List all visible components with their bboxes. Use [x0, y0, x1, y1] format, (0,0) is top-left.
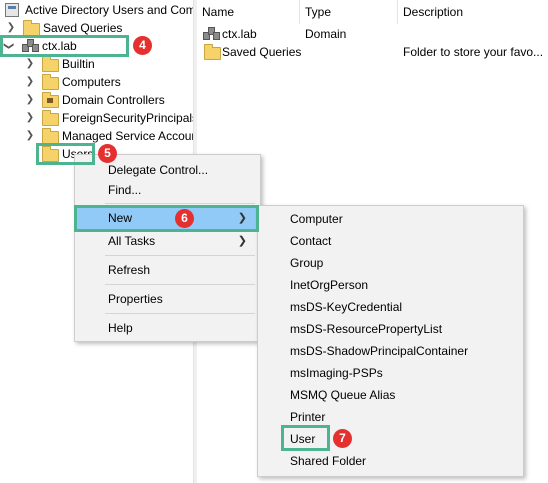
ou-folder-icon [42, 92, 59, 108]
tree-item-label: Computers [62, 75, 121, 89]
column-header-type[interactable]: Type [300, 0, 398, 24]
context-menu: Delegate Control... Find... New ❯ All Ta… [74, 154, 261, 342]
chevron-right-icon[interactable]: ❯ [25, 73, 35, 91]
step-badge-7: 7 [333, 429, 352, 448]
step-badge-6: 6 [175, 209, 194, 228]
list-row[interactable]: ctx.lab Domain [197, 25, 548, 43]
tree-item-label: Domain Controllers [62, 93, 165, 107]
menu-separator [105, 284, 255, 285]
tree-item-domain-controllers[interactable]: ❯ Domain Controllers [0, 91, 193, 109]
callout-box-domain [0, 35, 129, 57]
folder-icon [42, 110, 59, 126]
menu-item-refresh[interactable]: Refresh [77, 259, 257, 281]
callout-box-users [36, 143, 95, 165]
folder-icon [204, 44, 221, 60]
submenu-item-msds-keycredential[interactable]: msDS-KeyCredential [260, 296, 520, 318]
chevron-right-icon[interactable]: ❯ [25, 55, 35, 73]
column-header-description[interactable]: Description [398, 0, 548, 24]
submenu-item-inetorgperson[interactable]: InetOrgPerson [260, 274, 520, 296]
folder-icon [42, 56, 59, 72]
submenu-item-computer[interactable]: Computer [260, 208, 520, 230]
menu-item-label: All Tasks [108, 234, 156, 248]
column-header-name[interactable]: Name [197, 0, 300, 24]
tree-item-foreign-security-principals[interactable]: ❯ ForeignSecurityPrincipals [0, 109, 193, 127]
list-cell-description: Folder to store your favo... [403, 45, 544, 59]
menu-item-all-tasks[interactable]: All Tasks ❯ [77, 230, 257, 252]
submenu-item-msds-shadowprincipalcontainer[interactable]: msDS-ShadowPrincipalContainer [260, 340, 520, 362]
tree-item-label: ForeignSecurityPrincipals [62, 111, 193, 125]
list-cell-name: ctx.lab [222, 27, 257, 41]
menu-item-help[interactable]: Help [77, 317, 257, 339]
list-cell-name: Saved Queries [222, 45, 302, 59]
tree-root-label: Active Directory Users and Com [25, 3, 193, 17]
callout-box-user [281, 425, 330, 451]
submenu-item-shared-folder[interactable]: Shared Folder [260, 450, 520, 472]
submenu-item-group[interactable]: Group [260, 252, 520, 274]
menu-separator [105, 203, 255, 204]
menu-item-properties[interactable]: Properties [77, 288, 257, 310]
list-cell-type: Domain [305, 27, 347, 41]
chevron-right-icon[interactable]: ❯ [25, 109, 35, 127]
tree-item-computers[interactable]: ❯ Computers [0, 73, 193, 91]
domain-icon [203, 27, 220, 41]
step-badge-5: 5 [98, 144, 117, 163]
submenu-item-contact[interactable]: Contact [260, 230, 520, 252]
submenu-item-msimaging-psps[interactable]: msImaging-PSPs [260, 362, 520, 384]
console-icon [5, 3, 19, 17]
submenu-item-msmq-queue-alias[interactable]: MSMQ Queue Alias [260, 384, 520, 406]
tree-item-builtin[interactable]: ❯ Builtin [0, 55, 193, 73]
submenu-item-msds-resourcepropertylist[interactable]: msDS-ResourcePropertyList [260, 318, 520, 340]
menu-item-find[interactable]: Find... [77, 179, 257, 201]
menu-separator [105, 255, 255, 256]
chevron-right-icon[interactable]: ❯ [25, 127, 35, 145]
step-badge-4: 4 [133, 36, 152, 55]
chevron-right-icon[interactable]: ❯ [25, 91, 35, 109]
chevron-right-icon: ❯ [237, 235, 247, 247]
tree-root[interactable]: Active Directory Users and Com [0, 1, 193, 19]
list-row[interactable]: Saved Queries Folder to store your favo.… [197, 43, 548, 61]
tree-item-label: Builtin [62, 57, 95, 71]
menu-separator [105, 313, 255, 314]
callout-box-new [74, 205, 259, 232]
tree-item-managed-service-accounts[interactable]: ❯ Managed Service Accour [0, 127, 193, 145]
folder-icon [42, 74, 59, 90]
